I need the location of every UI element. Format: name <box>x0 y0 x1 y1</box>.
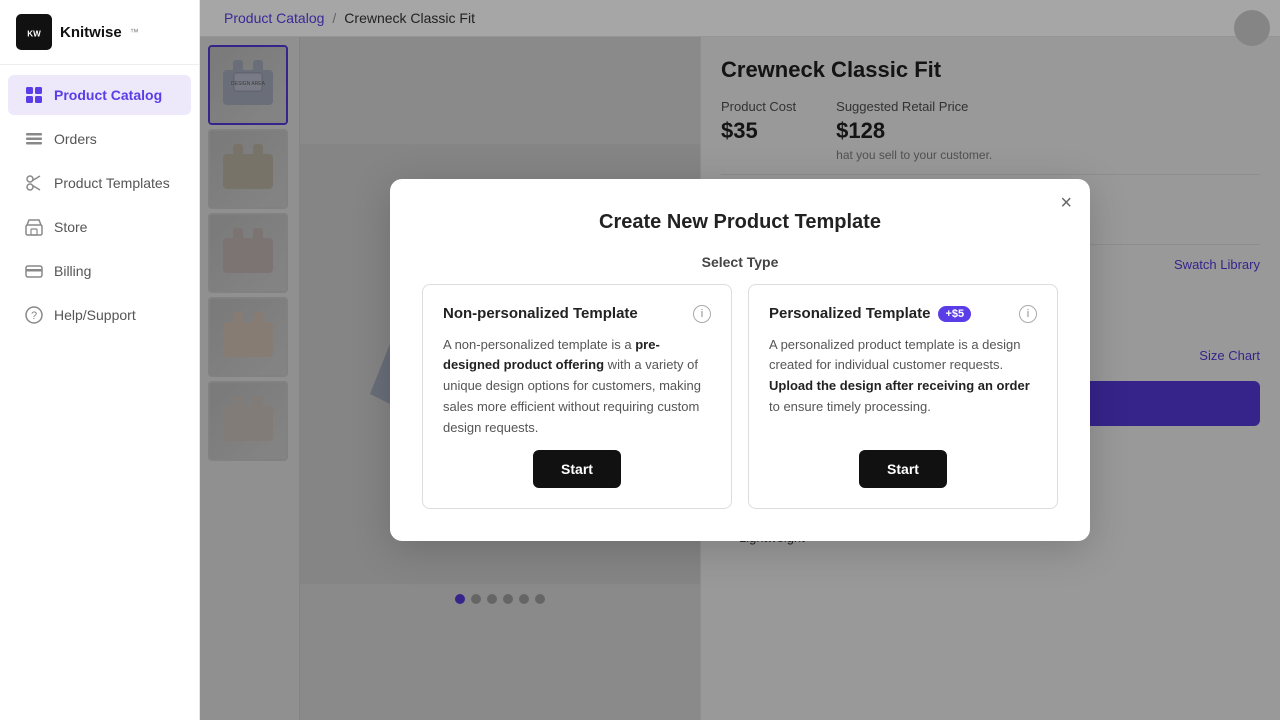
non-personalized-info-icon[interactable]: i <box>693 305 711 323</box>
non-personalized-title-row: Non-personalized Template i <box>443 305 711 323</box>
knitwise-logo-icon: KW <box>16 14 52 50</box>
modal-title: Create New Product Template <box>422 211 1058 234</box>
logo-text: Knitwise <box>60 24 122 41</box>
sidebar-label-billing: Billing <box>54 263 91 279</box>
sidebar-item-billing[interactable]: Billing <box>8 251 191 291</box>
modal-cards: Non-personalized Template i A non-person… <box>422 284 1058 510</box>
grid-icon <box>24 85 44 105</box>
card-icon <box>24 261 44 281</box>
sidebar-item-store[interactable]: Store <box>8 207 191 247</box>
sidebar-item-product-catalog[interactable]: Product Catalog <box>8 75 191 115</box>
sidebar: KW Knitwise ™ Product Catalog Orders Pro… <box>0 0 200 720</box>
sidebar-item-product-templates[interactable]: Product Templates <box>8 163 191 203</box>
sidebar-label-orders: Orders <box>54 131 97 147</box>
sidebar-label-help-support: Help/Support <box>54 307 136 323</box>
non-personalized-title: Non-personalized Template <box>443 305 638 322</box>
logo-area: KW Knitwise ™ <box>0 0 199 65</box>
modal-overlay: × Create New Product Template Select Typ… <box>200 0 1280 720</box>
sidebar-label-product-catalog: Product Catalog <box>54 87 162 103</box>
personalized-start-button[interactable]: Start <box>859 450 947 488</box>
scissors-icon <box>24 173 44 193</box>
store-icon <box>24 217 44 237</box>
non-personalized-description: A non-personalized template is a pre-des… <box>443 335 711 439</box>
sidebar-label-store: Store <box>54 219 87 235</box>
personalized-title-row: Personalized Template +$5 i <box>769 305 1037 323</box>
list-icon <box>24 129 44 149</box>
create-template-modal: × Create New Product Template Select Typ… <box>390 179 1090 542</box>
modal-close-button[interactable]: × <box>1060 193 1072 213</box>
svg-text:KW: KW <box>27 29 41 38</box>
personalized-title: Personalized Template <box>769 305 930 322</box>
main-content: Product Catalog / Crewneck Classic Fit D… <box>200 0 1280 720</box>
non-personalized-card: Non-personalized Template i A non-person… <box>422 284 732 510</box>
svg-text:?: ? <box>31 310 37 322</box>
help-icon: ? <box>24 305 44 325</box>
personalized-description: A personalized product template is a des… <box>769 335 1037 418</box>
personalized-badge: +$5 <box>938 306 971 322</box>
sidebar-item-help-support[interactable]: ? Help/Support <box>8 295 191 335</box>
sidebar-label-product-templates: Product Templates <box>54 175 170 191</box>
sidebar-nav: Product Catalog Orders Product Templates… <box>0 65 199 720</box>
sidebar-item-orders[interactable]: Orders <box>8 119 191 159</box>
personalized-info-icon[interactable]: i <box>1019 305 1037 323</box>
modal-select-type-label: Select Type <box>422 254 1058 270</box>
non-personalized-start-button[interactable]: Start <box>533 450 621 488</box>
personalized-card: Personalized Template +$5 i A personaliz… <box>748 284 1058 510</box>
logo-tm: ™ <box>130 27 139 37</box>
